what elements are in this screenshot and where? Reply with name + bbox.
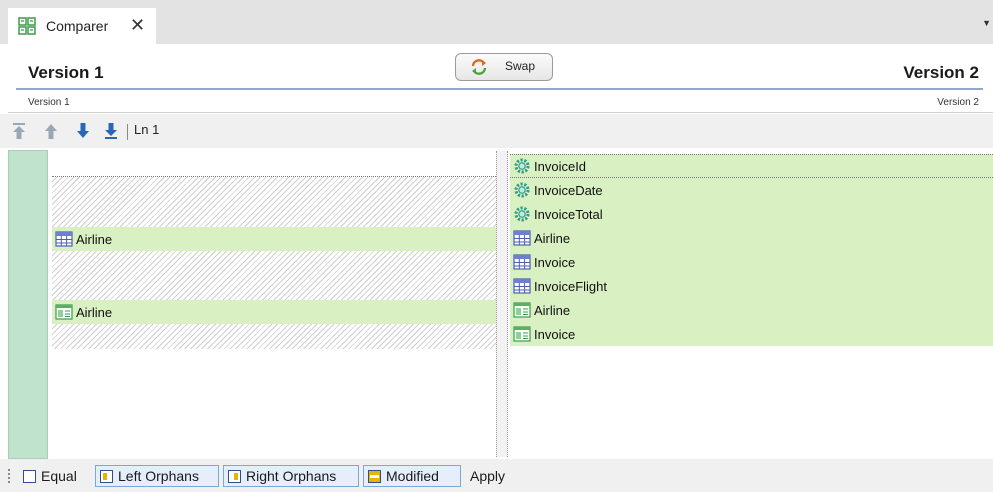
list-item-label: Invoice bbox=[534, 254, 576, 270]
version-header: Version 1 Swap Version 2 bbox=[0, 44, 993, 90]
subtitle-divider bbox=[8, 112, 993, 113]
left-row-empty bbox=[52, 151, 496, 177]
attribute-gear-icon bbox=[514, 206, 530, 222]
legend-equal-label: Equal bbox=[41, 468, 77, 484]
pane-splitter[interactable] bbox=[496, 151, 508, 457]
list-item[interactable]: InvoiceFlight bbox=[510, 274, 993, 298]
transaction-grid-icon bbox=[55, 231, 73, 247]
legend-modified-label: Modified bbox=[386, 468, 439, 484]
legend-equal-toggle[interactable]: Equal bbox=[19, 465, 81, 487]
transaction-grid-icon bbox=[513, 230, 531, 246]
legend-left-orphans-toggle[interactable]: Left Orphans bbox=[95, 465, 219, 487]
list-item-label: Airline bbox=[534, 302, 571, 318]
comparer-icon bbox=[18, 17, 36, 35]
close-icon[interactable]: ✕ bbox=[130, 15, 145, 36]
left-compare-pane[interactable]: Airline Airline bbox=[52, 151, 496, 457]
webpanel-icon bbox=[513, 326, 531, 342]
line-indicator: Ln 1 bbox=[134, 122, 160, 137]
list-item-label: Airline bbox=[76, 304, 113, 320]
last-difference-icon[interactable] bbox=[104, 122, 118, 140]
header-divider bbox=[16, 88, 983, 90]
legend-right-orphans-toggle[interactable]: Right Orphans bbox=[223, 465, 359, 487]
list-item[interactable]: Airline bbox=[510, 226, 993, 250]
equal-icon bbox=[23, 469, 36, 483]
legend-right-orphans-label: Right Orphans bbox=[246, 468, 337, 484]
list-item[interactable]: Invoice bbox=[510, 322, 993, 346]
legend-modified-toggle[interactable]: Modified bbox=[363, 465, 461, 487]
previous-difference-icon[interactable] bbox=[44, 122, 58, 140]
list-item[interactable]: Invoice bbox=[510, 250, 993, 274]
list-item[interactable]: InvoiceTotal bbox=[510, 202, 993, 226]
apply-button[interactable]: Apply bbox=[466, 465, 509, 487]
list-item[interactable]: Airline bbox=[52, 227, 496, 251]
tab-bar: Comparer ✕ ▼ bbox=[0, 0, 993, 44]
left-orphans-icon bbox=[100, 469, 113, 483]
list-item-label: InvoiceDate bbox=[534, 182, 603, 198]
tab-title: Comparer bbox=[46, 18, 109, 34]
toolbar-separator bbox=[127, 124, 128, 140]
list-item[interactable]: Airline bbox=[510, 298, 993, 322]
list-item-label: InvoiceId bbox=[534, 158, 587, 174]
transaction-grid-icon bbox=[513, 254, 531, 270]
tab-comparer[interactable]: Comparer ✕ bbox=[8, 8, 156, 44]
version-right-title: Version 2 bbox=[903, 63, 979, 82]
list-item[interactable]: InvoiceDate bbox=[510, 178, 993, 202]
webpanel-icon bbox=[513, 302, 531, 318]
next-difference-icon[interactable] bbox=[76, 122, 90, 140]
list-item[interactable]: InvoiceId bbox=[510, 154, 993, 178]
list-item-label: Airline bbox=[534, 230, 571, 246]
list-item[interactable]: Airline bbox=[52, 300, 496, 324]
webpanel-icon bbox=[55, 304, 73, 320]
list-item-label: Airline bbox=[76, 231, 113, 247]
first-difference-icon[interactable] bbox=[12, 122, 26, 140]
version-left-subtitle: Version 1 bbox=[28, 97, 70, 108]
list-item-label: InvoiceFlight bbox=[534, 278, 607, 294]
chevron-down-icon[interactable]: ▼ bbox=[982, 18, 991, 28]
apply-label: Apply bbox=[470, 468, 506, 484]
version-right-subtitle: Version 2 bbox=[937, 97, 979, 108]
swap-button[interactable]: Swap bbox=[455, 53, 553, 81]
version-left-title: Version 1 bbox=[28, 63, 104, 82]
list-item-label: Invoice bbox=[534, 326, 576, 342]
modified-icon bbox=[368, 469, 381, 483]
left-row-orphan-gap bbox=[52, 324, 496, 349]
legend-bar: Equal Left Orphans Right Orphans Modifie… bbox=[0, 459, 993, 492]
left-row-orphan-gap bbox=[52, 251, 496, 300]
legend-left-orphans-label: Left Orphans bbox=[118, 468, 199, 484]
list-item-label: InvoiceTotal bbox=[534, 206, 603, 222]
swap-icon bbox=[471, 59, 487, 75]
right-compare-pane[interactable]: InvoiceId InvoiceDate InvoiceTotal Airli… bbox=[510, 151, 993, 457]
navigation-toolbar: Ln 1 bbox=[0, 114, 993, 148]
attribute-gear-icon bbox=[514, 182, 530, 198]
difference-overview-gutter[interactable] bbox=[8, 150, 48, 459]
grip-handle bbox=[8, 469, 10, 483]
right-orphans-icon bbox=[228, 469, 241, 483]
swap-label: Swap bbox=[505, 59, 536, 73]
transaction-grid-icon bbox=[513, 278, 531, 294]
attribute-gear-icon bbox=[514, 158, 530, 174]
